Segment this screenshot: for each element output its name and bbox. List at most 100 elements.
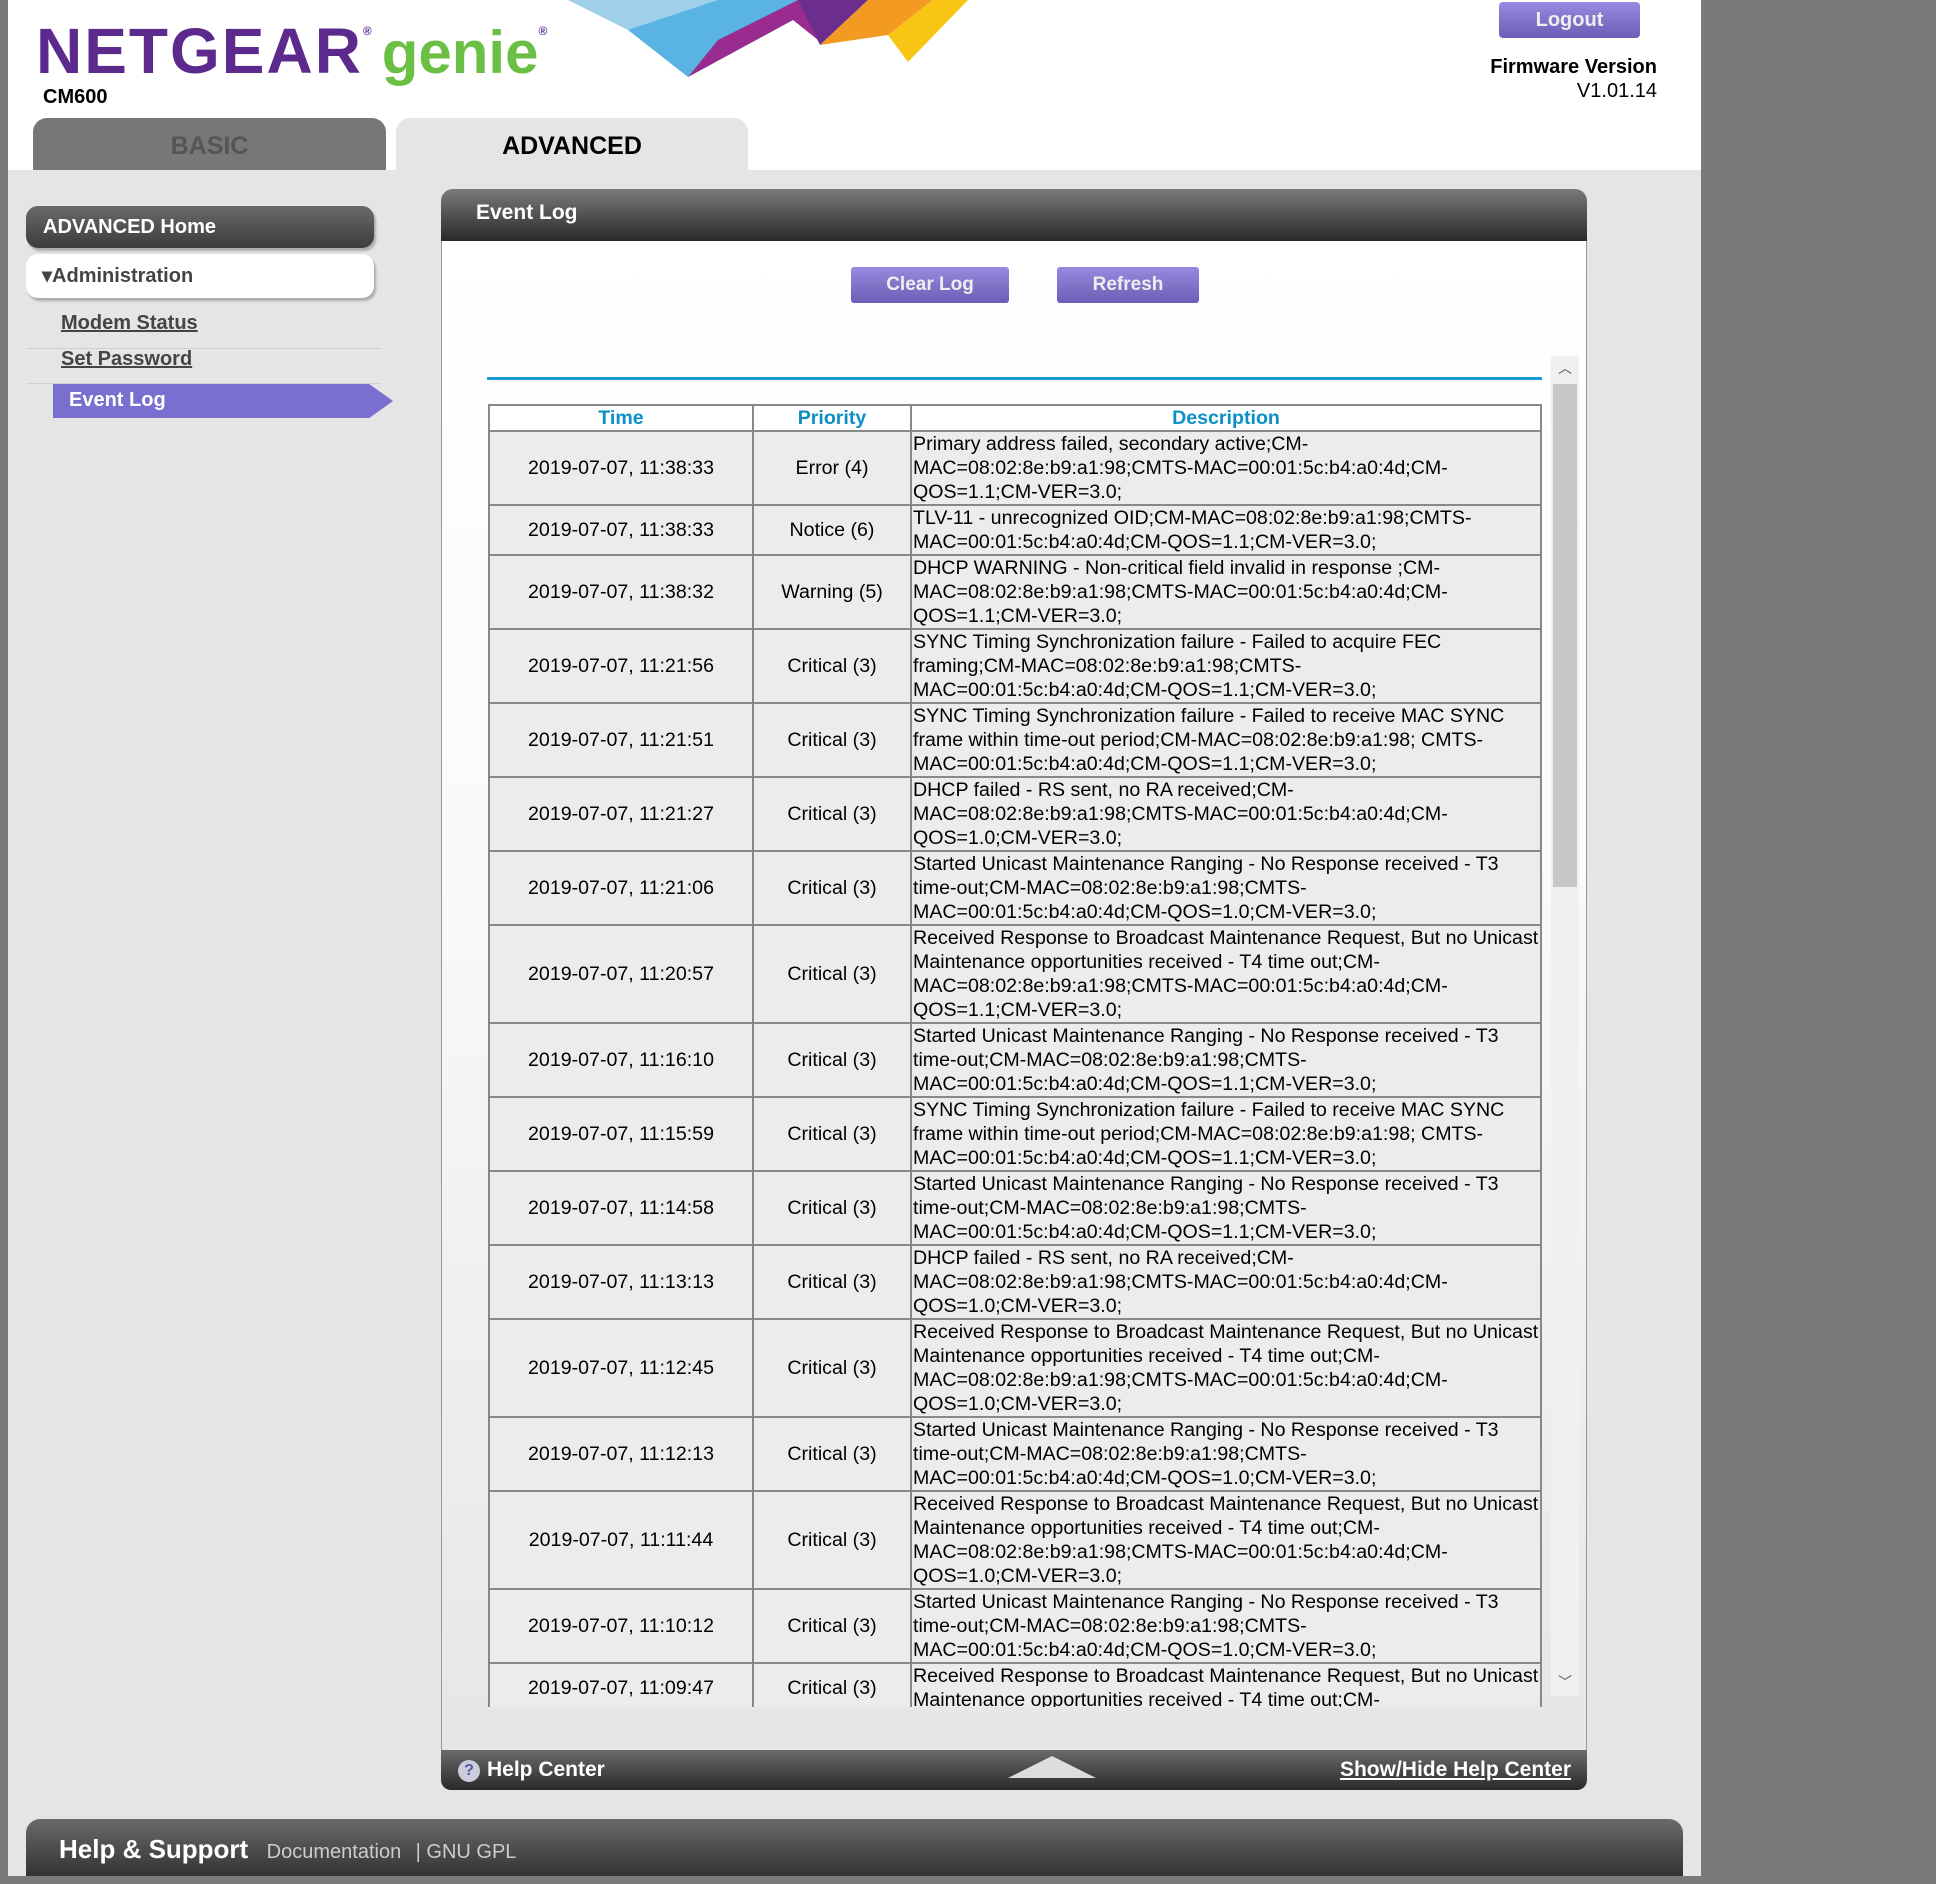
cell-time: 2019-07-07, 11:21:27 (488, 776, 754, 852)
documentation-link[interactable]: Documentation (267, 1841, 402, 1863)
cell-priority: Warning (5) (752, 554, 912, 630)
cell-time: 2019-07-07, 11:09:47 (488, 1662, 754, 1707)
cell-time: 2019-07-07, 11:14:58 (488, 1170, 754, 1246)
sidebar-administration[interactable]: ▾Administration (26, 254, 374, 298)
cell-time: 2019-07-07, 11:10:12 (488, 1588, 754, 1664)
logo-shapes-icon (568, 0, 968, 77)
cell-priority: Critical (3) (752, 1170, 912, 1246)
cell-description: Received Response to Broadcast Maintenan… (910, 924, 1542, 1024)
panel-title: Event Log (441, 189, 1587, 241)
column-header-priority: Priority (752, 404, 912, 432)
sidebar-section-label: Administration (52, 265, 194, 287)
cell-priority: Critical (3) (752, 924, 912, 1024)
caret-down-icon: ▾ (42, 265, 53, 287)
footer-title: Help & Support (59, 1834, 249, 1864)
model-name: CM600 (43, 86, 108, 108)
firmware-label: Firmware Version (1490, 56, 1657, 78)
help-support-footer: Help & Support Documentation | GNU GPL (26, 1819, 1683, 1876)
header: NETGEAR® genie® CM600 BASIC ADVANCED Logo… (8, 0, 1701, 170)
cell-description: Started Unicast Maintenance Ranging - No… (910, 1416, 1542, 1492)
divider (26, 383, 382, 384)
table-row: 2019-07-07, 11:38:32 Warning (5) DHCP WARN… (488, 554, 1542, 630)
scrollbar[interactable]: ︿ ﹀ (1551, 356, 1579, 1696)
netgear-genie-logo: NETGEAR® genie® (36, 15, 550, 87)
table-row: 2019-07-07, 11:12:13 Critical (3) Started … (488, 1416, 1542, 1492)
cell-priority: Critical (3) (752, 1662, 912, 1707)
cell-description: SYNC Timing Synchronization failure - Fa… (910, 702, 1542, 778)
cell-time: 2019-07-07, 11:16:10 (488, 1022, 754, 1098)
sidebar-advanced-home[interactable]: ADVANCED Home (26, 206, 374, 248)
sidebar-item-set-password[interactable]: Set Password (61, 348, 192, 371)
cell-description: Received Response to Broadcast Maintenan… (910, 1662, 1542, 1707)
event-log-table: Time Priority Description 2019-07-07, 11… (488, 404, 1542, 1707)
cell-priority: Critical (3) (752, 1416, 912, 1492)
table-row: 2019-07-07, 11:21:06 Critical (3) Started … (488, 850, 1542, 926)
cell-time: 2019-07-07, 11:21:06 (488, 850, 754, 926)
cell-priority: Critical (3) (752, 1096, 912, 1172)
cell-description: Received Response to Broadcast Maintenan… (910, 1490, 1542, 1590)
table-row: 2019-07-07, 11:38:33 Notice (6) TLV-11 - u… (488, 504, 1542, 556)
cell-description: DHCP failed - RS sent, no RA received;CM… (910, 1244, 1542, 1320)
tab-advanced[interactable]: ADVANCED (396, 118, 748, 170)
cell-time: 2019-07-07, 11:13:13 (488, 1244, 754, 1320)
cell-priority: Critical (3) (752, 1588, 912, 1664)
cell-priority: Critical (3) (752, 628, 912, 704)
table-row: 2019-07-07, 11:14:58 Critical (3) Started … (488, 1170, 1542, 1246)
page: NETGEAR® genie® CM600 BASIC ADVANCED Logo… (8, 0, 1701, 1876)
table-row: 2019-07-07, 11:10:12 Critical (3) Started … (488, 1588, 1542, 1664)
cell-time: 2019-07-07, 11:12:45 (488, 1318, 754, 1418)
table-row: 2019-07-07, 11:38:33 Error (4) Primary add… (488, 430, 1542, 506)
gnu-gpl-link[interactable]: | GNU GPL (416, 1841, 517, 1863)
cell-priority: Critical (3) (752, 1244, 912, 1320)
table-header-row: Time Priority Description (488, 404, 1542, 432)
sidebar-item-event-log[interactable]: Event Log (53, 384, 393, 418)
table-row: 2019-07-07, 11:16:10 Critical (3) Started … (488, 1022, 1542, 1098)
table-row: 2019-07-07, 11:21:51 Critical (3) SYNC Tim… (488, 702, 1542, 778)
cell-description: Primary address failed, secondary active… (910, 430, 1542, 506)
cell-description: SYNC Timing Synchronization failure - Fa… (910, 628, 1542, 704)
cell-description: Started Unicast Maintenance Ranging - No… (910, 850, 1542, 926)
table-row: 2019-07-07, 11:13:13 Critical (3) DHCP fai… (488, 1244, 1542, 1320)
help-icon: ? (458, 1760, 480, 1782)
cell-time: 2019-07-07, 11:38:33 (488, 430, 754, 506)
cell-description: Started Unicast Maintenance Ranging - No… (910, 1170, 1542, 1246)
cell-priority: Critical (3) (752, 1022, 912, 1098)
firmware-info: Firmware Version V1.01.14 (1490, 55, 1657, 103)
sidebar-item-modem-status[interactable]: Modem Status (61, 312, 198, 335)
log-scroll-area[interactable]: Time Priority Description 2019-07-07, 11… (486, 367, 1546, 1707)
cell-time: 2019-07-07, 11:21:56 (488, 628, 754, 704)
logout-button[interactable]: Logout (1499, 2, 1640, 38)
cell-time: 2019-07-07, 11:20:57 (488, 924, 754, 1024)
cell-priority: Critical (3) (752, 1490, 912, 1590)
cell-priority: Critical (3) (752, 850, 912, 926)
cell-description: Started Unicast Maintenance Ranging - No… (910, 1022, 1542, 1098)
show-hide-help-link[interactable]: Show/Hide Help Center (1340, 1750, 1571, 1790)
table-row: 2019-07-07, 11:21:27 Critical (3) DHCP fai… (488, 776, 1542, 852)
scrollbar-thumb[interactable] (1553, 384, 1577, 887)
help-center-bar: ? Help Center Show/Hide Help Center (441, 1750, 1587, 1790)
refresh-button[interactable]: Refresh (1057, 267, 1199, 303)
table-row: 2019-07-07, 11:12:45 Critical (3) Received… (488, 1318, 1542, 1418)
table-row: 2019-07-07, 11:09:47 Critical (3) Received… (488, 1662, 1542, 1707)
chevron-down-icon[interactable]: ﹀ (1551, 1672, 1579, 1692)
cell-description: TLV-11 - unrecognized OID;CM-MAC=08:02:8… (910, 504, 1542, 556)
tab-basic[interactable]: BASIC (33, 118, 386, 170)
help-center-label: Help Center (487, 1758, 605, 1781)
event-log-panel: Event Log Clear Log Refresh Time Priorit… (441, 189, 1587, 1790)
cell-time: 2019-07-07, 11:15:59 (488, 1096, 754, 1172)
column-header-description: Description (910, 404, 1542, 432)
chevron-up-icon[interactable]: ︿ (1551, 358, 1579, 378)
panel-body: Clear Log Refresh Time Priority Descript… (441, 241, 1587, 1750)
column-header-time: Time (488, 404, 754, 432)
triangle-up-icon[interactable] (1008, 1756, 1096, 1778)
table-row: 2019-07-07, 11:20:57 Critical (3) Received… (488, 924, 1542, 1024)
cell-description: DHCP failed - RS sent, no RA received;CM… (910, 776, 1542, 852)
divider (487, 377, 1542, 380)
cell-description: Received Response to Broadcast Maintenan… (910, 1318, 1542, 1418)
table-row: 2019-07-07, 11:15:59 Critical (3) SYNC Tim… (488, 1096, 1542, 1172)
firmware-version: V1.01.14 (1576, 80, 1657, 102)
cell-time: 2019-07-07, 11:12:13 (488, 1416, 754, 1492)
cell-priority: Critical (3) (752, 1318, 912, 1418)
clear-log-button[interactable]: Clear Log (851, 267, 1009, 303)
cell-time: 2019-07-07, 11:21:51 (488, 702, 754, 778)
